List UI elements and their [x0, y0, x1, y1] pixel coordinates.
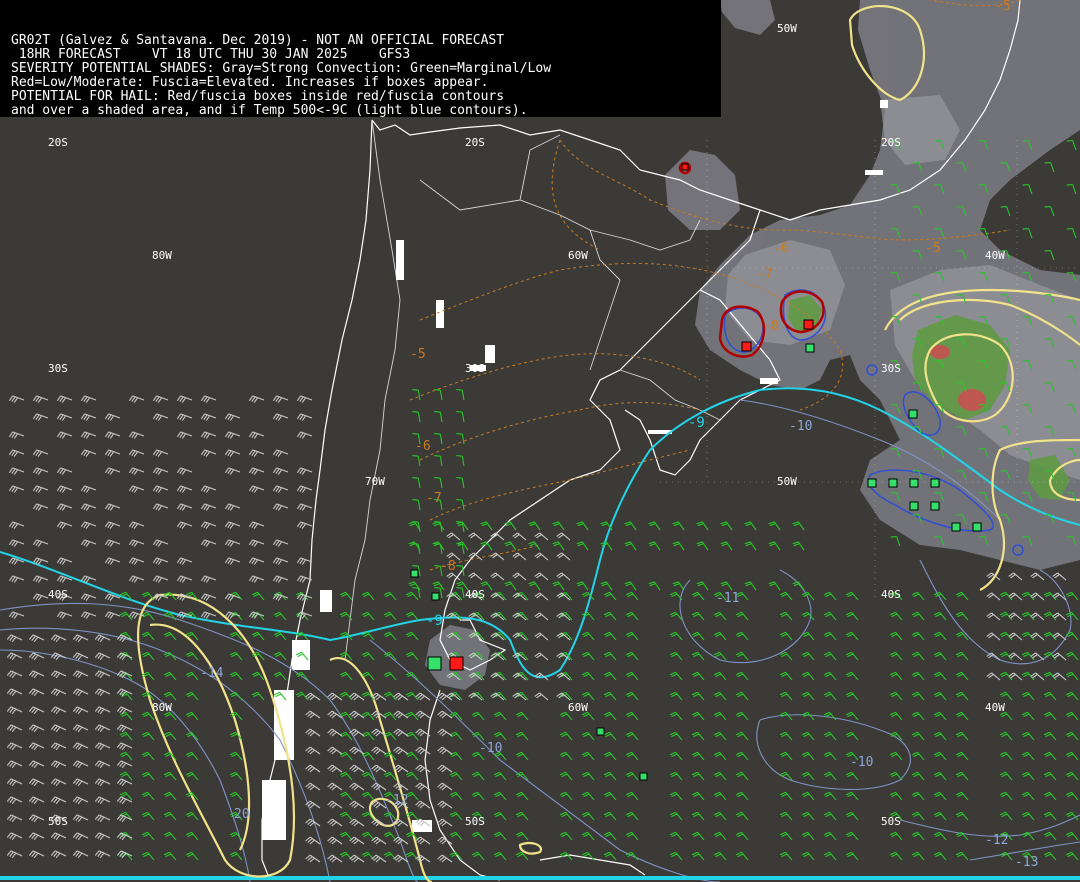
- severity-box-green: [908, 409, 918, 419]
- severity-box-green: [639, 772, 648, 781]
- lon-label-80w: 80W: [152, 701, 172, 714]
- lon-label-40w: 40W: [985, 701, 1005, 714]
- lat-label-30s: 30S: [48, 362, 68, 375]
- contour-label: -6: [773, 241, 789, 256]
- contour-label-cyan: -9: [688, 415, 705, 431]
- contour-label-blue: -10: [850, 755, 873, 770]
- contour-label-blue: -14: [200, 666, 224, 681]
- contour-label: -6: [415, 439, 431, 454]
- contour-label-cyan: -9: [426, 613, 443, 629]
- hail-box-red: [681, 163, 689, 171]
- contour-label-blue: 20: [234, 807, 250, 822]
- lon-label-50w: 50W: [777, 475, 797, 488]
- severity-box-green: [930, 478, 940, 488]
- lat-label-50s: 50S: [465, 815, 485, 828]
- lat-label-30s: 30S: [465, 362, 485, 375]
- lon-label-80w: 80W: [152, 249, 172, 262]
- contour-label-blue: -10: [479, 741, 502, 756]
- forecast-map: 20S 20S 20S 30S 30S 30S 40S 40S 40S 50S …: [0, 0, 1080, 882]
- severity-box-green: [951, 522, 961, 532]
- contour-label: -8: [440, 559, 456, 574]
- lat-label-20s: 20S: [881, 136, 901, 149]
- header-line-hail-cond: and over a shaded area, and if Temp 500<…: [11, 103, 528, 118]
- severity-box-green: [410, 569, 419, 578]
- severity-box-green: [888, 478, 898, 488]
- lat-label-50s: 50S: [48, 815, 68, 828]
- header-line-shades: Red=Low/Moderate: Fuscia=Elevated. Incre…: [11, 75, 489, 90]
- lat-label-20s: 20S: [465, 136, 485, 149]
- severity-box-green: [909, 501, 919, 511]
- header-line-severity: SEVERITY POTENTIAL SHADES: Gray=Strong C…: [11, 61, 552, 76]
- severity-box-green: [431, 592, 440, 601]
- hail-box-red: [449, 656, 464, 671]
- contour-label: -7: [757, 267, 773, 282]
- severity-box-green: [972, 522, 982, 532]
- contour-label-blue: -11: [716, 591, 739, 606]
- contour-label-blue: -12: [985, 833, 1008, 848]
- contour-label-blue: -10: [789, 419, 812, 434]
- lat-label-20s: 20S: [48, 136, 68, 149]
- header-line-forecast: 18HR FORECAST VT 18 UTC THU 30 JAN 2025 …: [11, 47, 411, 62]
- lon-label-50w: 50W: [777, 22, 797, 35]
- lat-label-40s: 40S: [465, 588, 485, 601]
- forecast-header: GR02T (Galvez & Santavana. Dec 2019) - N…: [0, 0, 721, 118]
- severity-box-green: [930, 501, 940, 511]
- header-line-hail: POTENTIAL FOR HAIL: Red/fuscia boxes ins…: [11, 89, 505, 104]
- contour-label: -7: [426, 491, 442, 506]
- contour-label: -8: [763, 319, 779, 334]
- contour-label-blue: -12: [385, 793, 408, 808]
- contour-label: -5: [925, 241, 941, 256]
- contour-label-blue: -13: [1015, 855, 1038, 870]
- lon-label-60w: 60W: [568, 249, 588, 262]
- lon-label-40w: 40W: [985, 249, 1005, 262]
- lon-label-70w: 70W: [365, 475, 385, 488]
- contour-label: -5: [995, 0, 1011, 14]
- header-line-title: GR02T (Galvez & Santavana. Dec 2019) - N…: [11, 33, 505, 48]
- hail-box-red: [741, 341, 752, 352]
- lon-label-60w: 60W: [568, 701, 588, 714]
- hail-box-red: [803, 319, 814, 330]
- severity-box-green: [596, 727, 605, 736]
- severity-box-green: [909, 478, 919, 488]
- lat-label-50s: 50S: [881, 815, 901, 828]
- severity-box-green: [427, 656, 442, 671]
- lat-label-40s: 40S: [881, 588, 901, 601]
- severity-box-green: [805, 343, 815, 353]
- lat-label-40s: 40S: [48, 588, 68, 601]
- contour-label: -5: [410, 347, 426, 362]
- lat-label-30s: 30S: [881, 362, 901, 375]
